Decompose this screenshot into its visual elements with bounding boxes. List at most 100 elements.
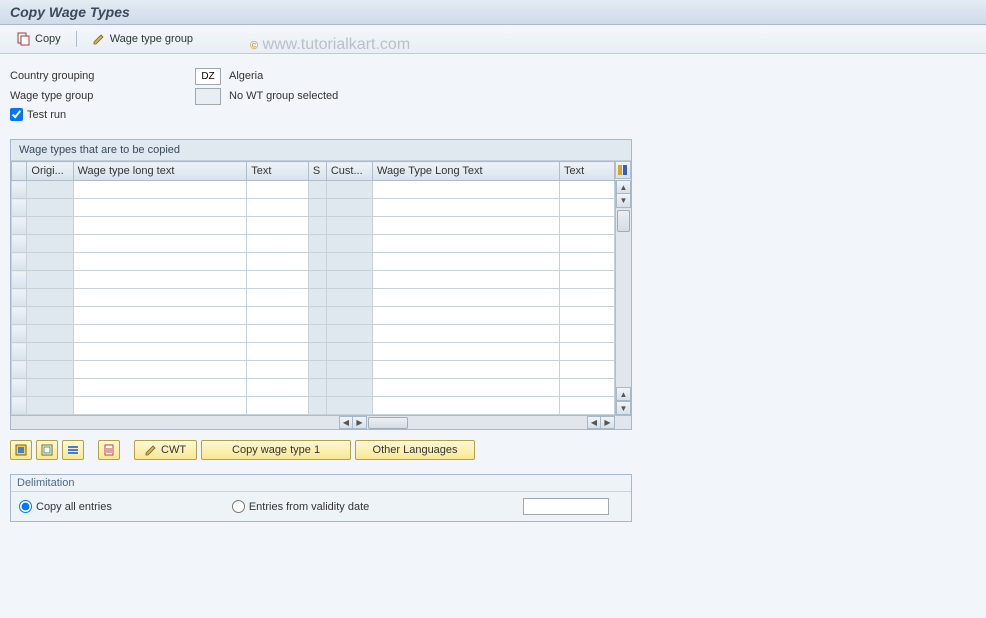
cell-origin[interactable] [27,289,73,307]
cell-text2[interactable] [559,343,614,361]
cell-s[interactable] [308,397,326,415]
cell-text2[interactable] [559,325,614,343]
row-header[interactable] [12,253,27,271]
cell-text2[interactable] [559,181,614,199]
cell-wtlong2[interactable] [373,379,560,397]
cell-s[interactable] [308,217,326,235]
cell-text2[interactable] [559,199,614,217]
cell-origin[interactable] [27,379,73,397]
cell-text1[interactable] [247,379,309,397]
table-row[interactable] [12,397,615,415]
cell-text1[interactable] [247,271,309,289]
cell-wtlong1[interactable] [73,343,247,361]
row-header[interactable] [12,181,27,199]
cell-wtlong1[interactable] [73,253,247,271]
row-header[interactable] [12,325,27,343]
scroll-down-icon[interactable]: ▼ [616,401,631,415]
cell-wtlong1[interactable] [73,217,247,235]
cell-text1[interactable] [247,343,309,361]
cwt-button[interactable]: CWT [134,440,197,460]
cell-wtlong1[interactable] [73,289,247,307]
cell-cust[interactable] [326,235,372,253]
cell-origin[interactable] [27,271,73,289]
cell-text2[interactable] [559,235,614,253]
cell-cust[interactable] [326,253,372,271]
scroll-down-small-icon[interactable]: ▼ [616,194,631,208]
cell-cust[interactable] [326,307,372,325]
table-row[interactable] [12,361,615,379]
cell-wtlong2[interactable] [373,307,560,325]
table-row[interactable] [12,379,615,397]
row-header[interactable] [12,343,27,361]
deselect-all-button[interactable] [36,440,58,460]
cell-wtlong1[interactable] [73,307,247,325]
row-header[interactable] [12,235,27,253]
col-text2[interactable]: Text [559,162,614,181]
cell-cust[interactable] [326,199,372,217]
cell-cust[interactable] [326,217,372,235]
cell-wtlong2[interactable] [373,397,560,415]
cell-cust[interactable] [326,343,372,361]
entries-from-date-radio[interactable] [232,500,245,513]
cell-text2[interactable] [559,271,614,289]
cell-origin[interactable] [27,397,73,415]
table-row[interactable] [12,199,615,217]
cell-text2[interactable] [559,397,614,415]
cell-wtlong2[interactable] [373,199,560,217]
table-row[interactable] [12,307,615,325]
cell-wtlong2[interactable] [373,289,560,307]
col-wtlong2[interactable]: Wage Type Long Text [373,162,560,181]
row-header[interactable] [12,271,27,289]
cell-origin[interactable] [27,253,73,271]
cell-origin[interactable] [27,181,73,199]
cell-origin[interactable] [27,361,73,379]
hscroll-left2-icon[interactable]: ◀ [587,416,601,429]
cell-origin[interactable] [27,235,73,253]
cell-text1[interactable] [247,361,309,379]
cell-wtlong2[interactable] [373,361,560,379]
cell-s[interactable] [308,379,326,397]
delete-button[interactable] [98,440,120,460]
cell-wtlong1[interactable] [73,271,247,289]
cell-wtlong2[interactable] [373,253,560,271]
hscroll-right2-icon[interactable]: ▶ [601,416,615,429]
cell-wtlong1[interactable] [73,199,247,217]
cell-s[interactable] [308,181,326,199]
test-run-checkbox[interactable] [10,108,23,121]
cell-wtlong2[interactable] [373,181,560,199]
cell-text2[interactable] [559,253,614,271]
col-cust[interactable]: Cust... [326,162,372,181]
cell-s[interactable] [308,361,326,379]
cell-text2[interactable] [559,289,614,307]
table-row[interactable] [12,343,615,361]
row-header[interactable] [12,289,27,307]
cell-text2[interactable] [559,379,614,397]
cell-text1[interactable] [247,253,309,271]
cell-wtlong1[interactable] [73,379,247,397]
col-text1[interactable]: Text [247,162,309,181]
col-wtlong1[interactable]: Wage type long text [73,162,247,181]
cell-cust[interactable] [326,379,372,397]
list-button[interactable] [62,440,84,460]
hscroll-right-icon[interactable]: ▶ [353,416,367,429]
cell-text1[interactable] [247,217,309,235]
cell-wtlong2[interactable] [373,271,560,289]
table-row[interactable] [12,271,615,289]
cell-s[interactable] [308,235,326,253]
other-languages-button[interactable]: Other Languages [355,440,475,460]
cell-wtlong2[interactable] [373,325,560,343]
cell-s[interactable] [308,289,326,307]
cell-text1[interactable] [247,289,309,307]
cell-s[interactable] [308,271,326,289]
row-header[interactable] [12,379,27,397]
cell-text1[interactable] [247,181,309,199]
cell-origin[interactable] [27,217,73,235]
row-header[interactable] [12,307,27,325]
wage-type-group-button[interactable]: Wage type group [85,29,200,49]
scroll-thumb[interactable] [617,210,630,232]
table-row[interactable] [12,253,615,271]
scroll-up-icon[interactable]: ▲ [616,180,631,194]
cell-wtlong2[interactable] [373,343,560,361]
cell-text1[interactable] [247,307,309,325]
cell-cust[interactable] [326,325,372,343]
